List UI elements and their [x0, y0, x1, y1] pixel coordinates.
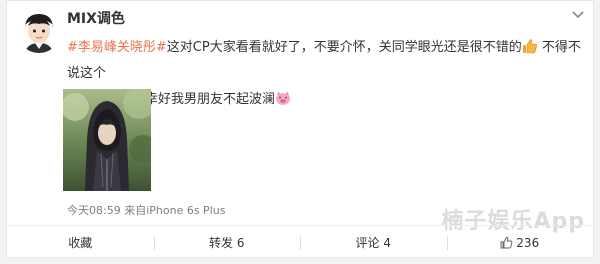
post-image-thumbnail[interactable] — [63, 89, 151, 191]
like-count: 236 — [516, 236, 540, 250]
thumbs-up-emoji-icon — [522, 39, 537, 54]
action-bar: 收藏 转发 6 评论 4 236 — [7, 225, 593, 260]
post-meta: 今天08:59 来自iPhone 6s Plus — [67, 204, 225, 218]
comment-button[interactable]: 评论 4 — [300, 226, 447, 260]
post-time[interactable]: 今天08:59 — [67, 204, 121, 217]
username[interactable]: MIX调色 — [67, 10, 125, 28]
weibo-post-card: MIX调色 #李易峰关晓彤#这对CP大家看看就好了，不要介怀，关同学眼光还是很不… — [6, 0, 594, 258]
topic-link[interactable]: #李易峰关晓彤# — [67, 40, 167, 55]
page: MIX调色 #李易峰关晓彤#这对CP大家看看就好了，不要介怀，关同学眼光还是很不… — [0, 0, 600, 264]
thumbs-up-icon — [500, 236, 513, 249]
pig-emoji-icon — [276, 91, 291, 105]
source-prefix: 来自 — [124, 204, 147, 217]
favorite-label: 收藏 — [68, 236, 93, 250]
repost-button[interactable]: 转发 6 — [153, 226, 301, 260]
repost-label: 转发 6 — [209, 236, 245, 250]
post-source[interactable]: iPhone 6s Plus — [146, 204, 225, 217]
chevron-down-icon[interactable] — [571, 9, 585, 21]
like-button[interactable]: 236 — [446, 226, 594, 260]
favorite-button[interactable]: 收藏 — [7, 226, 154, 260]
avatar[interactable] — [17, 9, 61, 53]
post-text-line1: 这对CP大家看看就好了，不要介怀，关同学眼光还是很不错的 — [166, 40, 522, 55]
comment-label: 评论 4 — [355, 236, 391, 250]
